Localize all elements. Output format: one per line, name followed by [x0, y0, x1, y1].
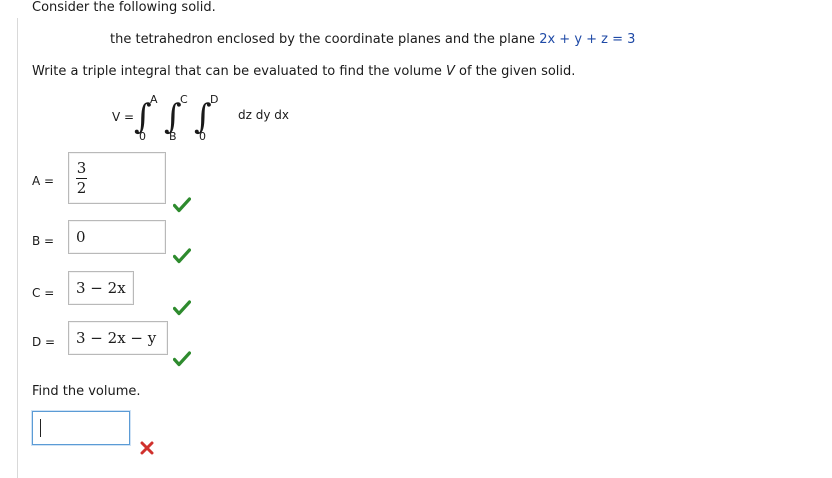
- plane-equation: 2x + y + z = 3: [539, 32, 636, 47]
- answer-d-value: 3 − 2x − y: [76, 329, 157, 347]
- answer-c-value: 3 − 2x: [76, 279, 126, 297]
- answer-a-label: A =: [32, 174, 55, 188]
- integral-upper-limit-a: A: [150, 93, 158, 106]
- correct-check-icon: [173, 351, 191, 367]
- answer-a-value: 3 2: [76, 153, 87, 203]
- integral-lower-limit-outer: 0: [139, 130, 146, 143]
- integral-upper-limit-c: C: [180, 93, 188, 106]
- answer-b-field[interactable]: 0: [68, 220, 166, 254]
- question-intro: Consider the following solid.: [32, 0, 216, 15]
- integral-lower-limit-b: B: [169, 130, 177, 143]
- instruction-suffix: of the given solid.: [454, 64, 576, 79]
- answer-d-label: D =: [32, 335, 56, 349]
- answer-c-label: C =: [32, 286, 55, 300]
- volume-variable: V: [445, 64, 455, 79]
- incorrect-cross-icon: [140, 441, 154, 455]
- correct-check-icon: [173, 300, 191, 316]
- answer-a-denominator: 2: [76, 178, 87, 197]
- left-margin-rule: [17, 18, 18, 478]
- integral-lower-limit-inner: 0: [199, 130, 206, 143]
- answer-b-label: B =: [32, 234, 55, 248]
- solid-description: the tetrahedron enclosed by the coordina…: [110, 32, 635, 47]
- integral-differentials: dz dy dx: [238, 108, 289, 122]
- text-caret: [40, 419, 41, 437]
- answer-a-field[interactable]: 3 2: [68, 152, 166, 204]
- volume-prompt: Find the volume.: [32, 384, 141, 399]
- answer-b-value: 0: [76, 228, 86, 246]
- integral-upper-limit-d: D: [210, 93, 219, 106]
- answer-a-numerator: 3: [76, 158, 87, 177]
- volume-answer-input[interactable]: [32, 411, 130, 445]
- integral-lhs: V =: [112, 110, 135, 124]
- instruction-text: Write a triple integral that can be eval…: [32, 64, 446, 79]
- answer-a-fraction: 3 2: [76, 158, 87, 197]
- correct-check-icon: [173, 248, 191, 264]
- integral-instruction: Write a triple integral that can be eval…: [32, 64, 575, 79]
- triple-integral-expression: V = ∫ A 0 ∫ C B ∫ D 0 dz dy dx: [112, 93, 312, 144]
- answer-d-field[interactable]: 3 − 2x − y: [68, 321, 168, 355]
- solid-description-text: the tetrahedron enclosed by the coordina…: [110, 32, 540, 47]
- correct-check-icon: [173, 197, 191, 213]
- answer-c-field[interactable]: 3 − 2x: [68, 271, 134, 305]
